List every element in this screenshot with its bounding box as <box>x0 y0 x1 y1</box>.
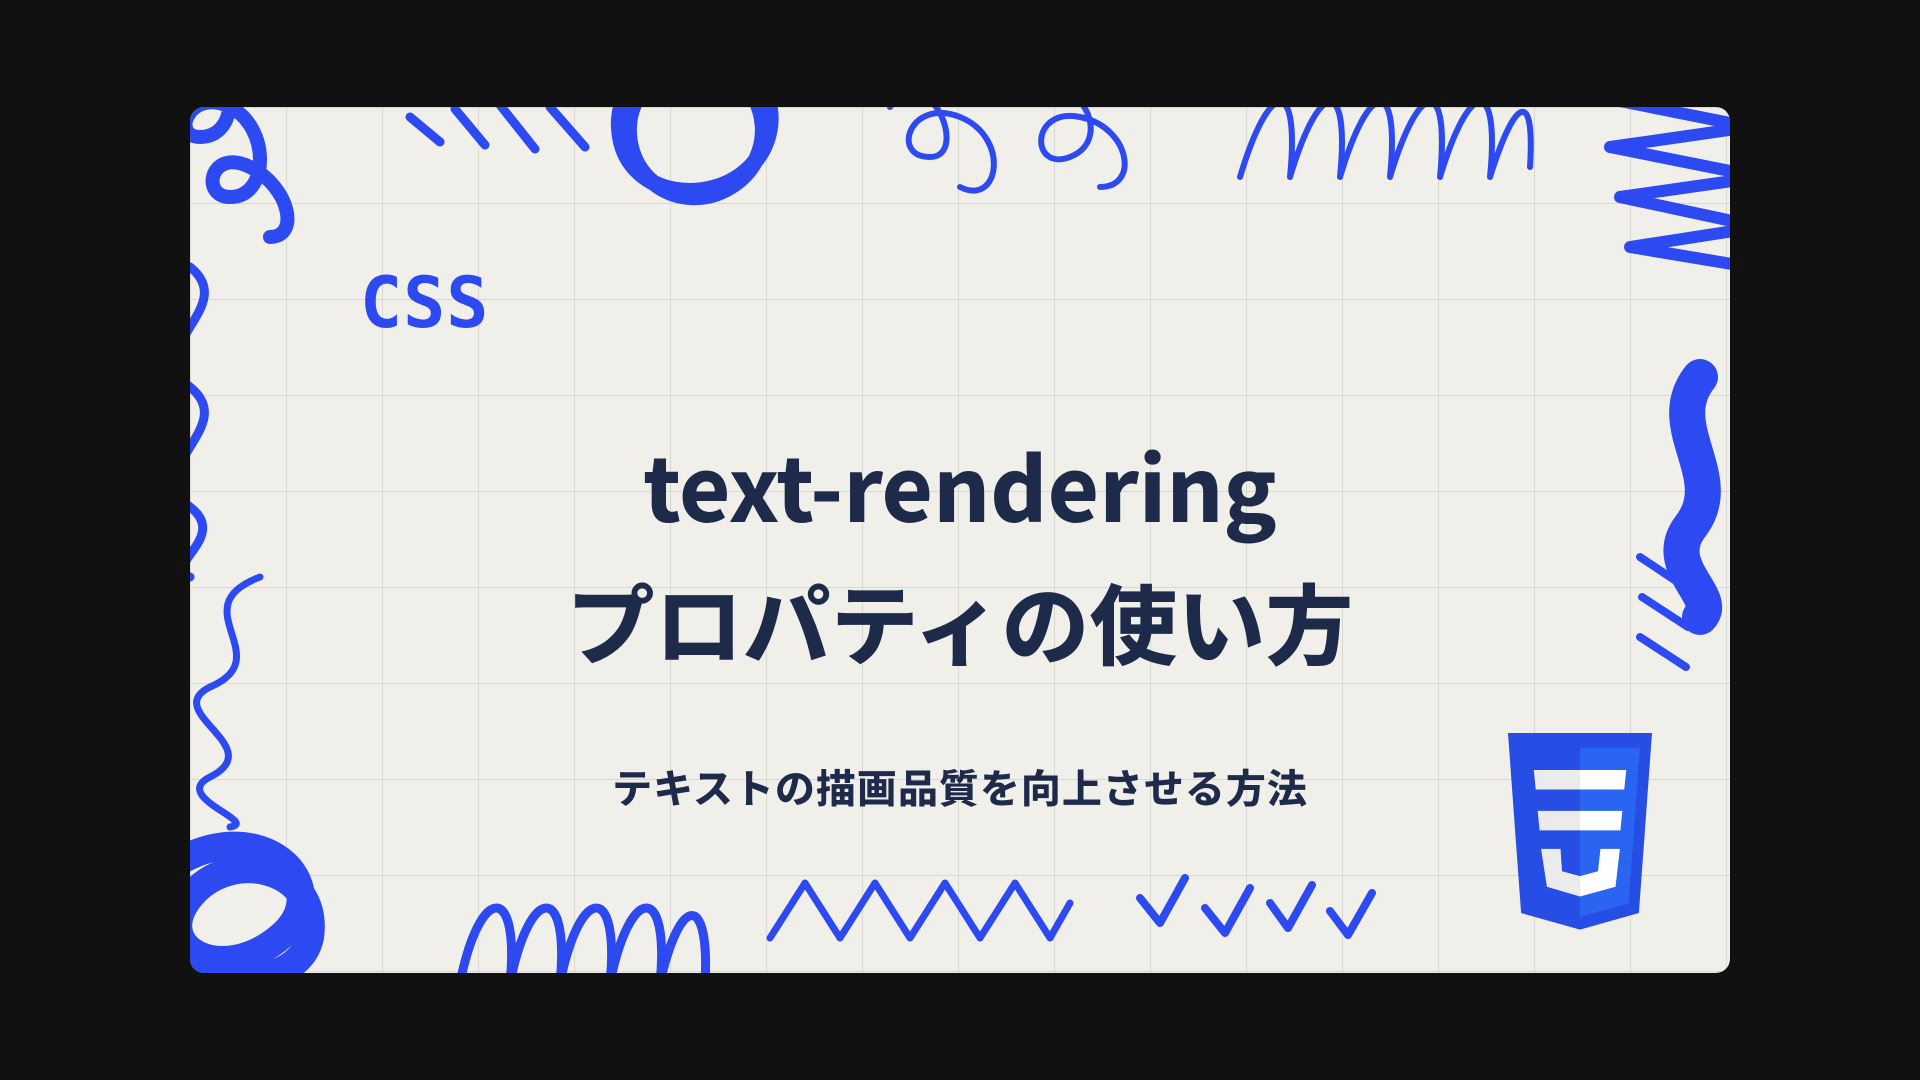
page-title: text-rendering プロパティの使い方 <box>410 417 1510 690</box>
doodle-right-scratch-icon <box>1630 547 1700 697</box>
doodle-left-lower-curl-icon <box>190 567 290 827</box>
doodle-bottom-ticks-icon <box>1130 853 1390 963</box>
doodle-top-right-scribble-icon <box>1570 107 1730 287</box>
css3-shield-icon <box>1490 733 1670 933</box>
doodle-bottom-left-thick-icon <box>190 827 370 973</box>
doodle-top-spring-icon <box>1230 107 1540 217</box>
doodle-bottom-zigzag-icon <box>760 863 1080 963</box>
doodle-top-dashes-icon <box>400 107 600 187</box>
viewport: CSS text-rendering プロパティの使い方 テキストの描画品質を向… <box>0 0 1920 1080</box>
card: CSS text-rendering プロパティの使い方 テキストの描画品質を向… <box>190 107 1730 973</box>
category-label: CSS <box>360 262 489 344</box>
title-line-2: プロパティの使い方 <box>567 557 1354 684</box>
doodle-bottom-spring-icon <box>450 853 720 973</box>
doodle-left-mid-curly-icon <box>190 267 260 577</box>
doodle-top-left-loops-icon <box>190 107 390 237</box>
title-line-1: text-rendering <box>643 421 1277 548</box>
doodle-top-scribble-ball-icon <box>590 107 820 237</box>
doodle-top-swirl-icon <box>870 107 1170 217</box>
